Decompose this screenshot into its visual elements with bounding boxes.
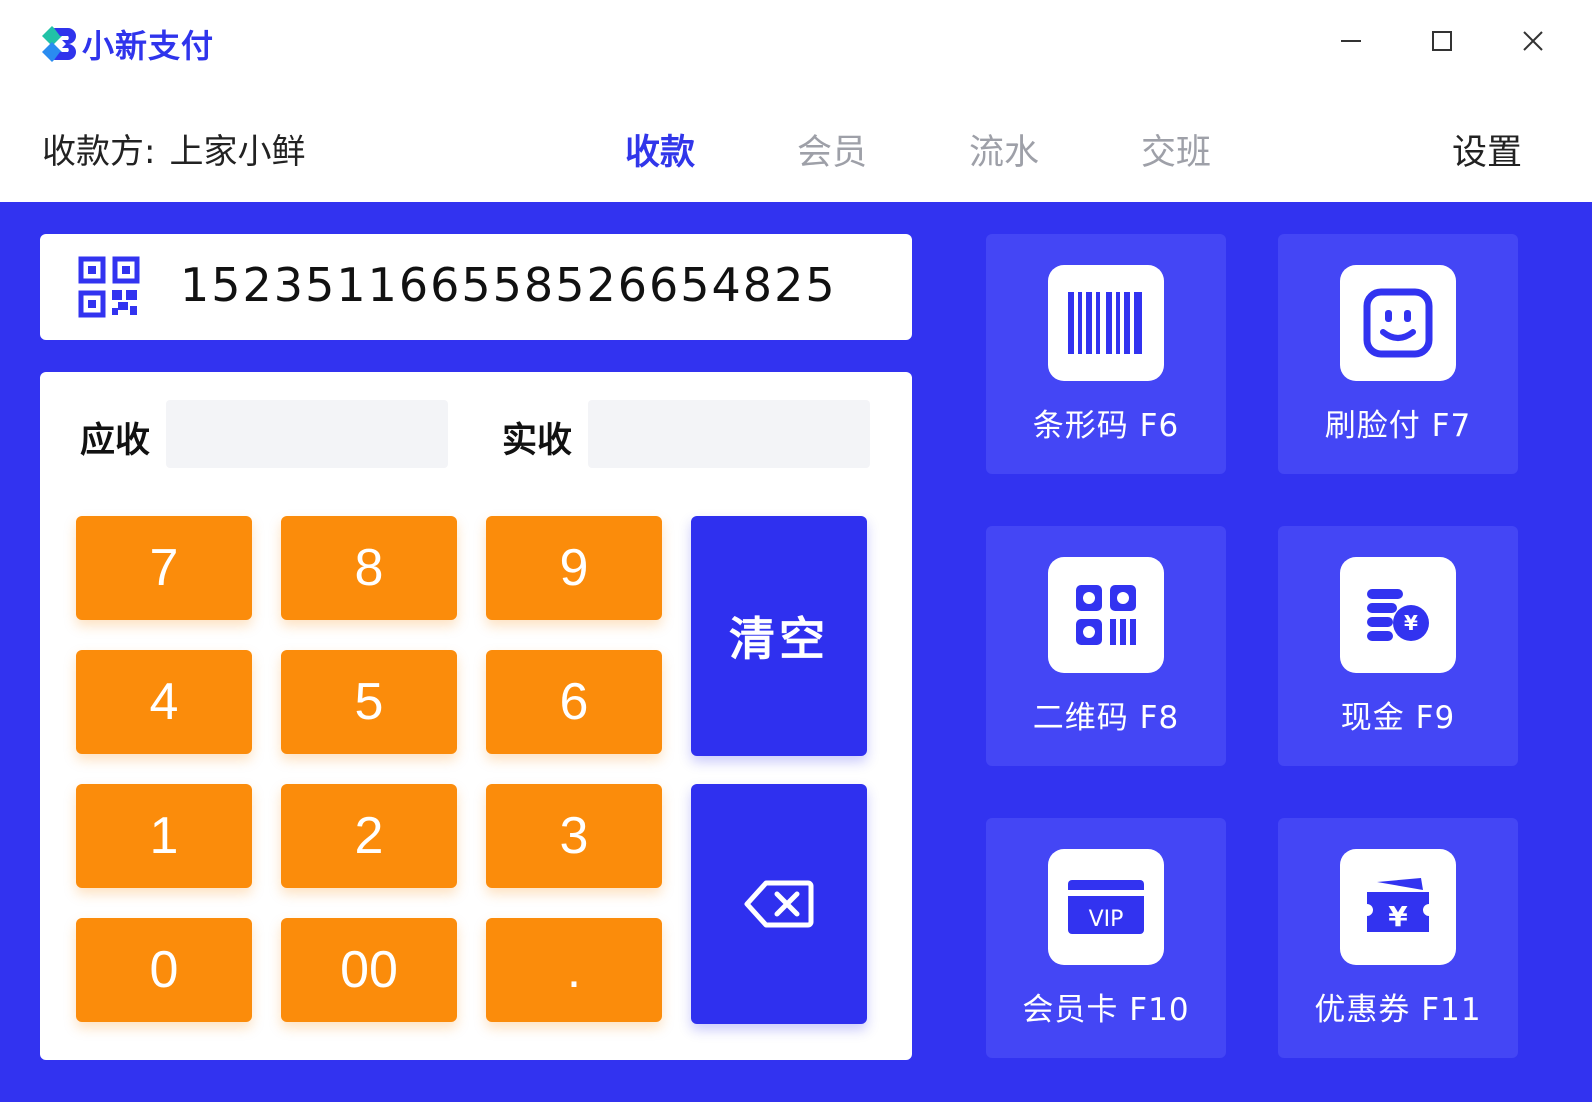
amount-paid-label: 实收 (502, 421, 573, 461)
amount-due-label: 应收 (80, 421, 151, 461)
tab-member[interactable]: 会员 (797, 124, 867, 175)
main-area: 152351166558526654825 应收 实收 7 8 9 4 5 6 … (0, 202, 1592, 1102)
vip-card-icon-text: VIP (1089, 907, 1124, 932)
settings-link[interactable]: 设置 (1452, 124, 1522, 175)
tab-transactions[interactable]: 流水 (969, 124, 1039, 175)
vip-card-pay-button[interactable]: VIP 会员卡 F10 (986, 818, 1226, 1058)
key-3[interactable]: 3 (486, 784, 662, 888)
backspace-button[interactable] (691, 784, 867, 1024)
key-4[interactable]: 4 (76, 650, 252, 754)
payee-value: 上家小鲜 (169, 132, 306, 172)
cash-icon: ¥ (1340, 557, 1456, 673)
key-5[interactable]: 5 (281, 650, 457, 754)
svg-text:¥: ¥ (1404, 611, 1418, 635)
minimize-button[interactable] (1330, 20, 1372, 62)
close-icon (1523, 31, 1543, 51)
key-2[interactable]: 2 (281, 784, 457, 888)
payee-info: 收款方: 上家小鲜 (42, 124, 305, 173)
minimize-icon (1341, 40, 1361, 42)
qr-pay-button[interactable]: 二维码 F8 (986, 526, 1226, 766)
coupon-pay-button[interactable]: ¥ 优惠券 F11 (1278, 818, 1518, 1058)
cash-pay-button[interactable]: ¥ 现金 F9 (1278, 526, 1518, 766)
key-7[interactable]: 7 (76, 516, 252, 620)
scan-code-field[interactable]: 152351166558526654825 (40, 234, 912, 340)
tab-collect[interactable]: 收款 (625, 124, 695, 175)
qr-code-icon (78, 256, 140, 318)
amount-due-field[interactable] (166, 400, 448, 468)
barcode-pay-label: 条形码 F6 (1032, 408, 1180, 444)
barcode-pay-button[interactable]: 条形码 F6 (986, 234, 1226, 474)
coupon-pay-label: 优惠券 F11 (1314, 992, 1482, 1028)
barcode-icon (1048, 265, 1164, 381)
face-pay-label: 刷脸付 F7 (1324, 408, 1472, 444)
tab-shift-handover[interactable]: 交班 (1141, 124, 1211, 175)
logo-icon (38, 22, 80, 66)
coupon-icon: ¥ (1340, 849, 1456, 965)
clear-button[interactable]: 清空 (691, 516, 867, 756)
vip-card-icon: VIP (1048, 849, 1164, 965)
key-00[interactable]: 00 (281, 918, 457, 1022)
app-name: 小新支付 (82, 27, 215, 65)
header-bar: 收款方: 上家小鲜 收款 会员 流水 交班 设置 (0, 90, 1592, 202)
key-0[interactable]: 0 (76, 918, 252, 1022)
cash-pay-label: 现金 F9 (1340, 700, 1456, 736)
scanned-code-value: 152351166558526654825 (180, 258, 837, 312)
close-button[interactable] (1512, 20, 1554, 62)
amount-paid-field[interactable] (588, 400, 870, 468)
key-6[interactable]: 6 (486, 650, 662, 754)
qr-code-icon (1048, 557, 1164, 673)
payee-label: 收款方: (42, 132, 156, 172)
app-logo: 小新支付 (38, 20, 214, 68)
key-1[interactable]: 1 (76, 784, 252, 888)
face-icon (1340, 265, 1456, 381)
backspace-icon (744, 880, 814, 928)
maximize-icon (1432, 31, 1452, 51)
key-9[interactable]: 9 (486, 516, 662, 620)
face-pay-button[interactable]: 刷脸付 F7 (1278, 234, 1518, 474)
key-8[interactable]: 8 (281, 516, 457, 620)
title-bar: 小新支付 (0, 0, 1592, 90)
coupon-icon-text: ¥ (1388, 900, 1408, 933)
maximize-button[interactable] (1421, 20, 1463, 62)
keypad-panel: 应收 实收 7 8 9 4 5 6 1 2 3 0 00 . 清空 (40, 372, 912, 1060)
key-decimal[interactable]: . (486, 918, 662, 1022)
vip-card-pay-label: 会员卡 F10 (1022, 992, 1190, 1028)
qr-pay-label: 二维码 F8 (1032, 700, 1180, 736)
